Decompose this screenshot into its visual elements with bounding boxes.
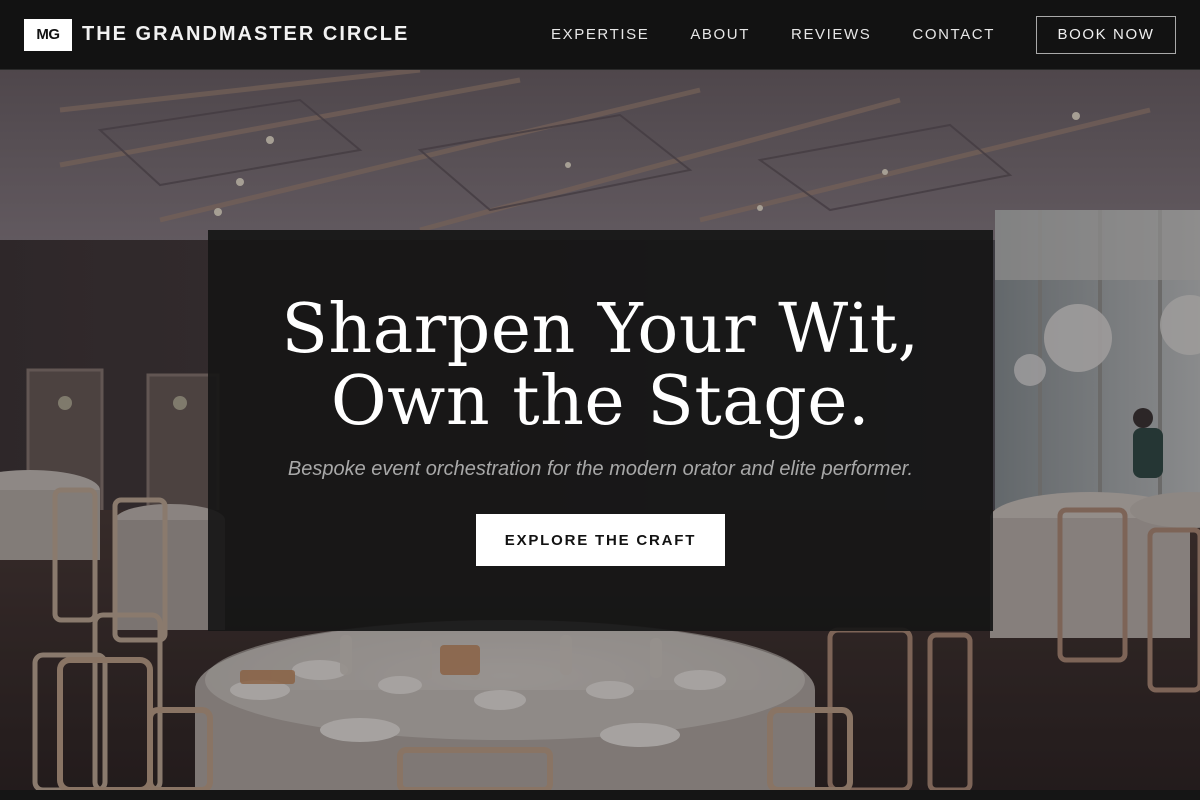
next-section-edge — [0, 790, 1200, 800]
brand[interactable]: MG THE GRANDMASTER CIRCLE — [24, 18, 409, 51]
hero-subtitle: Bespoke event orchestration for the mode… — [287, 458, 914, 480]
hero-title-line-1: Sharpen Your Wit, — [281, 290, 920, 369]
hero-section: Sharpen Your Wit, Own the Stage. Bespoke… — [0, 70, 1200, 790]
brand-logo[interactable]: MG — [24, 18, 72, 51]
hero-title-line-2: Own the Stage. — [330, 362, 871, 441]
landing-page: MG THE GRANDMASTER CIRCLE EXPERTISE ABOU… — [0, 0, 1200, 800]
nav-link-reviews[interactable]: REVIEWS — [791, 26, 871, 43]
brand-name[interactable]: THE GRANDMASTER CIRCLE — [82, 23, 409, 46]
explore-the-craft-button[interactable]: EXPLORE THE CRAFT — [476, 514, 725, 566]
nav-links: EXPERTISE ABOUT REVIEWS CONTACT — [551, 26, 995, 43]
nav-link-expertise[interactable]: EXPERTISE — [551, 26, 649, 43]
book-now-button[interactable]: BOOK NOW — [1036, 15, 1176, 54]
nav-link-contact[interactable]: CONTACT — [912, 26, 995, 43]
hero-card: Sharpen Your Wit, Own the Stage. Bespoke… — [208, 230, 993, 631]
hero-title: Sharpen Your Wit, Own the Stage. — [281, 294, 919, 438]
nav-link-about[interactable]: ABOUT — [690, 26, 750, 43]
top-navigation: MG THE GRANDMASTER CIRCLE EXPERTISE ABOU… — [0, 0, 1200, 70]
